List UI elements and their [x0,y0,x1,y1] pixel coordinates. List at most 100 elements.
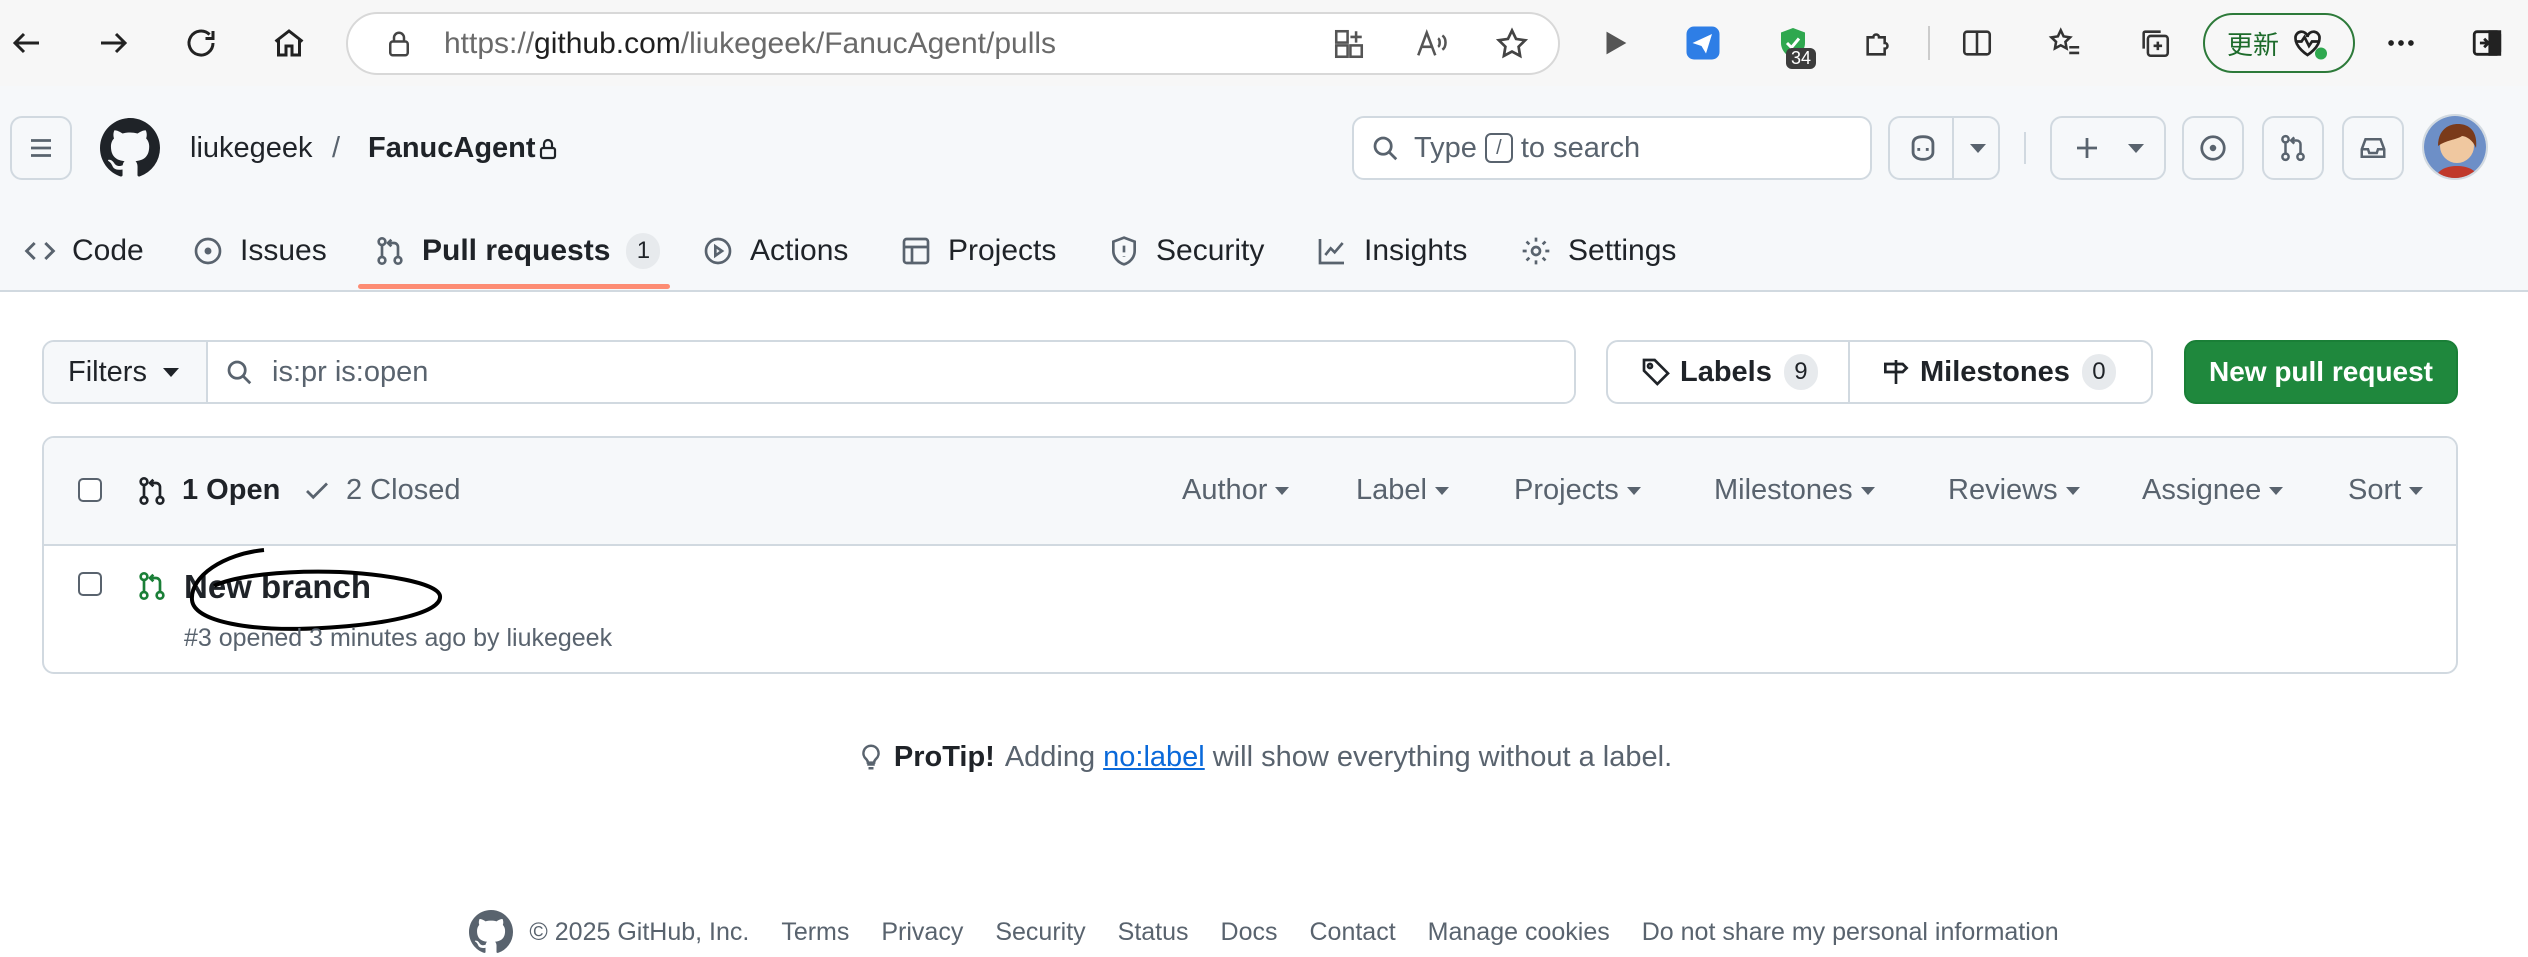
update-label: 更新 [2227,29,2280,60]
app-available-icon[interactable] [1332,27,1366,61]
author-menu-label: Author [1182,474,1268,506]
search-placeholder-before: Type [1414,131,1477,164]
address-bar[interactable]: https://github.com/liukegeek/FanucAgent/… [346,12,1560,75]
copilot-dropdown-caret[interactable] [1970,143,1986,153]
assignee-filter-menu[interactable]: Assignee [2142,474,2284,507]
more-menu-button[interactable] [2378,20,2424,66]
tab-actions[interactable]: Actions [702,226,848,276]
update-button[interactable]: 更新 [2203,13,2355,73]
footer-link-contact[interactable]: Contact [1310,918,1396,947]
issues-shortcut-button[interactable] [2182,116,2244,180]
reload-button[interactable] [176,18,226,68]
extensions-button[interactable] [1856,20,1902,66]
label-menu-label: Label [1356,474,1427,506]
forward-button[interactable] [88,18,138,68]
shield-icon [1112,236,1136,266]
avatar-icon [2424,116,2486,178]
tab-insights[interactable]: Insights [1316,226,1467,276]
breadcrumb-owner[interactable]: liukegeek [190,132,313,165]
labels-button[interactable]: Labels 9 [1608,342,1850,402]
milestones-filter-menu[interactable]: Milestones [1714,474,1875,507]
favorite-star-icon[interactable] [1494,26,1530,62]
footer-link-terms[interactable]: Terms [781,918,849,947]
shield-extension-button[interactable]: 34 [1770,20,1817,69]
labels-label: Labels [1680,355,1772,388]
search-input[interactable]: Type / to search [1352,116,1872,180]
protip-bold: ProTip! [893,740,995,773]
milestones-button[interactable]: Milestones 0 [1850,342,2151,402]
lock-icon [389,31,409,56]
author-filter-menu[interactable]: Author [1182,474,1290,507]
new-pull-request-button[interactable]: New pull request [2184,340,2458,404]
footer-link-security[interactable]: Security [995,918,1085,947]
github-logo[interactable] [100,118,160,178]
tab-settings[interactable]: Settings [1520,226,1676,276]
select-all-checkbox[interactable] [78,478,102,502]
footer-link-docs[interactable]: Docs [1221,918,1278,947]
milestones-counter: 0 [2081,354,2116,390]
filter-bar: Filters is:pr is:open [42,340,1576,404]
open-filter-link[interactable]: 1 Open [136,474,280,507]
label-filter-menu[interactable]: Label [1356,474,1449,507]
selected-tab-underline [358,284,670,289]
inbox-button[interactable] [2342,116,2404,180]
footer-link-do-not-share[interactable]: Do not share my personal information [1642,918,2059,947]
collections-button[interactable] [2132,20,2178,66]
tab-issues-label: Issues [240,234,327,267]
avatar[interactable] [2422,114,2488,180]
pull-requests-shortcut-button[interactable] [2262,116,2324,180]
footer-link-manage-cookies[interactable]: Manage cookies [1428,918,1610,947]
extension-badge: 34 [1786,48,1817,69]
milestone-icon [1884,360,1909,384]
tag-icon [1642,358,1670,386]
filter-search-input[interactable]: is:pr is:open [208,342,1574,402]
arrow-left-icon [12,32,39,54]
menu-button[interactable] [10,116,72,180]
check-icon [306,482,328,499]
favorites-button[interactable] [2042,20,2088,66]
breadcrumb-repo[interactable]: FanucAgent [368,132,536,165]
closed-filter-link[interactable]: 2 Closed [302,474,460,507]
tab-insights-label: Insights [1364,234,1468,267]
arrow-right-icon [101,32,128,54]
footer-link-status[interactable]: Status [1118,918,1189,947]
tab-pull-requests[interactable]: Pull requests 1 [374,226,661,276]
tab-code[interactable]: Code [24,226,144,276]
projects-filter-menu[interactable]: Projects [1514,474,1641,507]
tab-security[interactable]: Security [1108,226,1264,276]
github-mark-icon[interactable] [469,910,514,954]
github-mark-icon [100,118,160,177]
browser-toolbar: https://github.com/liukegeek/FanucAgent/… [0,0,2528,86]
read-aloud-icon[interactable] [1414,27,1448,61]
breadcrumb-separator: / [332,132,341,164]
tab-settings-label: Settings [1568,234,1677,267]
sort-menu[interactable]: Sort [2348,474,2424,507]
send-extension-button[interactable] [1680,20,1726,66]
create-new-button[interactable] [2050,116,2166,180]
protip-text-after: will show everything without a label. [1212,740,1673,773]
split-screen-button[interactable] [1954,20,2000,66]
tab-issues[interactable]: Issues [192,226,327,276]
copilot-button[interactable] [1888,116,2000,180]
url-text: https://github.com/liukegeek/FanucAgent/… [444,26,1057,60]
footer-link-privacy[interactable]: Privacy [881,918,963,947]
pr-checkbox[interactable] [78,572,102,596]
filters-caret-icon [162,367,179,377]
footer-copyright: © 2025 GitHub, Inc. [529,917,750,946]
play-icon [704,237,732,265]
no-label-link[interactable]: no:label [1103,741,1205,774]
tab-projects[interactable]: Projects [900,226,1056,276]
back-button[interactable] [2,18,52,68]
assignee-menu-label: Assignee [2142,474,2262,506]
header-divider [2024,132,2026,164]
play-extension-button[interactable] [1592,20,1638,66]
sidebar-toggle-button[interactable] [2464,20,2510,66]
sidebar-icon [2472,30,2502,56]
play-icon [1606,31,1627,55]
pr-meta-text: #3 opened 3 minutes ago by liukegeek [184,624,613,652]
home-button[interactable] [264,18,314,68]
reviews-filter-menu[interactable]: Reviews [1948,474,2080,507]
private-lock-icon [539,138,557,160]
protip: ProTip! Adding no:label will show everyt… [0,740,2528,774]
filters-dropdown-button[interactable]: Filters [44,342,208,402]
